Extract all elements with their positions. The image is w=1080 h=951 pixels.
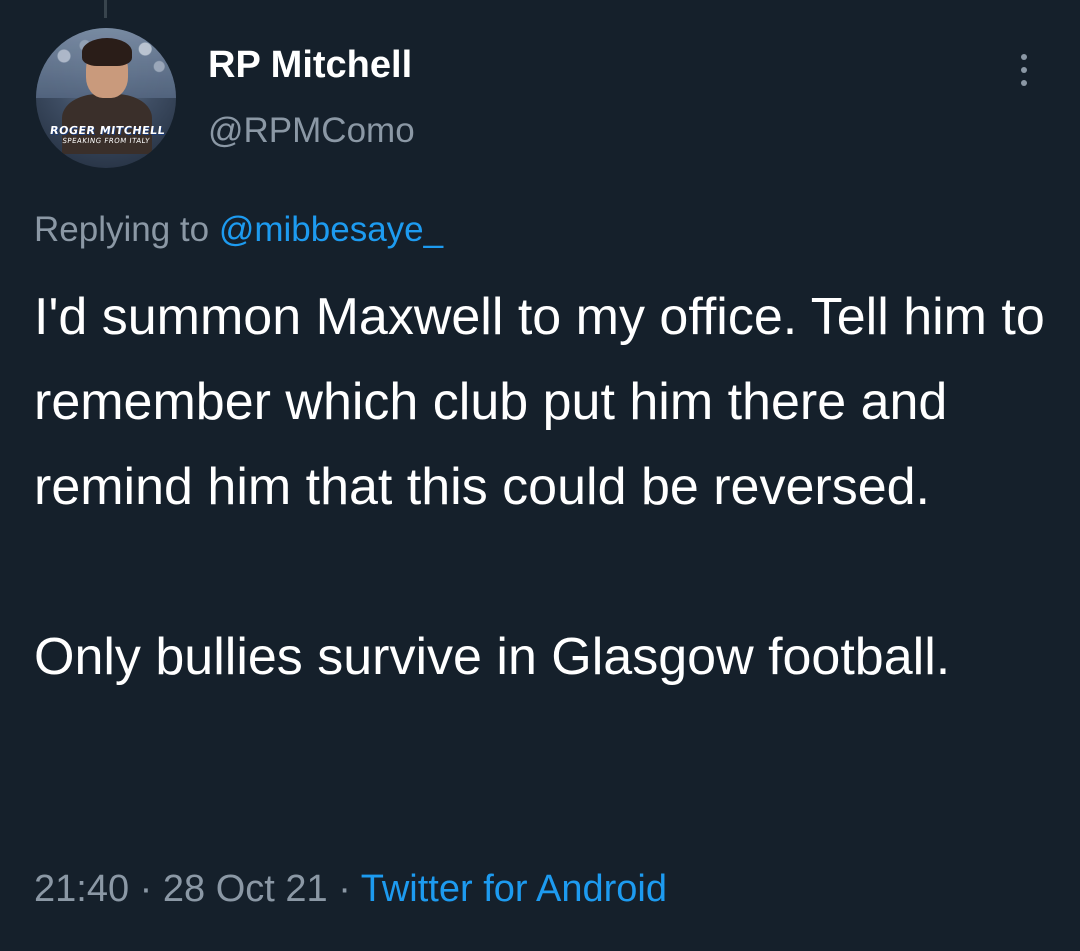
avatar[interactable]: ROGER MITCHELL SPEAKING FROM ITALY	[36, 28, 176, 168]
tweet-meta: 21:40 · 28 Oct 21 · Twitter for Android	[34, 868, 667, 911]
tweet-paragraph: I'd summon Maxwell to my office. Tell hi…	[34, 288, 1045, 516]
more-vertical-icon-dot-bottom	[1021, 80, 1027, 86]
tweet-date[interactable]: 28 Oct 21	[163, 868, 328, 910]
tweet-paragraph: Only bullies survive in Glasgow football…	[34, 628, 951, 686]
reply-mention-link[interactable]: @mibbesaye_	[219, 210, 443, 249]
tweet-source-link[interactable]: Twitter for Android	[361, 868, 667, 910]
tweet-text: I'd summon Maxwell to my office. Tell hi…	[34, 275, 1054, 700]
avatar-caption-line2: SPEAKING FROM ITALY	[61, 137, 151, 145]
thread-connector-line	[104, 0, 107, 18]
meta-separator: ·	[139, 868, 153, 910]
tweet-time[interactable]: 21:40	[34, 868, 129, 910]
avatar-caption-line1: ROGER MITCHELL	[49, 124, 166, 137]
avatar-hair	[82, 38, 132, 66]
author-handle[interactable]: @RPMComo	[208, 111, 415, 151]
avatar-caption: ROGER MITCHELL SPEAKING FROM ITALY	[47, 124, 168, 145]
more-vertical-icon-dot-top	[1021, 54, 1027, 60]
more-vertical-icon-dot-middle	[1021, 67, 1027, 73]
replying-to: Replying to @mibbesaye_	[34, 210, 443, 250]
more-options-button[interactable]	[1010, 50, 1040, 90]
meta-separator: ·	[338, 868, 351, 910]
author-display-name[interactable]: RP Mitchell	[208, 44, 412, 87]
replying-to-label: Replying to	[34, 210, 210, 249]
